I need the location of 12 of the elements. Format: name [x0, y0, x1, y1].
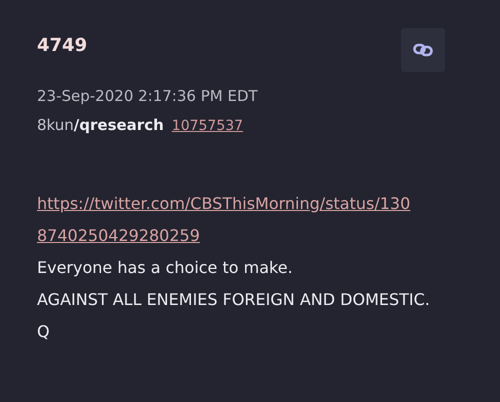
board-name: /qresearch	[74, 115, 164, 135]
post-text: Everyone has a choice to make.	[37, 257, 294, 279]
link-icon	[413, 43, 433, 57]
site-name: 8kun	[37, 115, 74, 135]
post-number: 4749	[37, 34, 88, 58]
post-text: Q	[37, 321, 51, 343]
timestamp: 23-Sep-2020 2:17:36 PM EDT	[37, 86, 259, 106]
link-button[interactable]	[401, 28, 445, 72]
url-link[interactable]: https://twitter.com/CBSThisMorning/status/130	[37, 188, 463, 220]
post-id-link[interactable]: 10757537	[172, 116, 244, 136]
url-link[interactable]: 8740250429280259	[37, 220, 463, 252]
post-text: AGAINST ALL ENEMIES FOREIGN AND DOMESTIC.	[37, 289, 431, 311]
